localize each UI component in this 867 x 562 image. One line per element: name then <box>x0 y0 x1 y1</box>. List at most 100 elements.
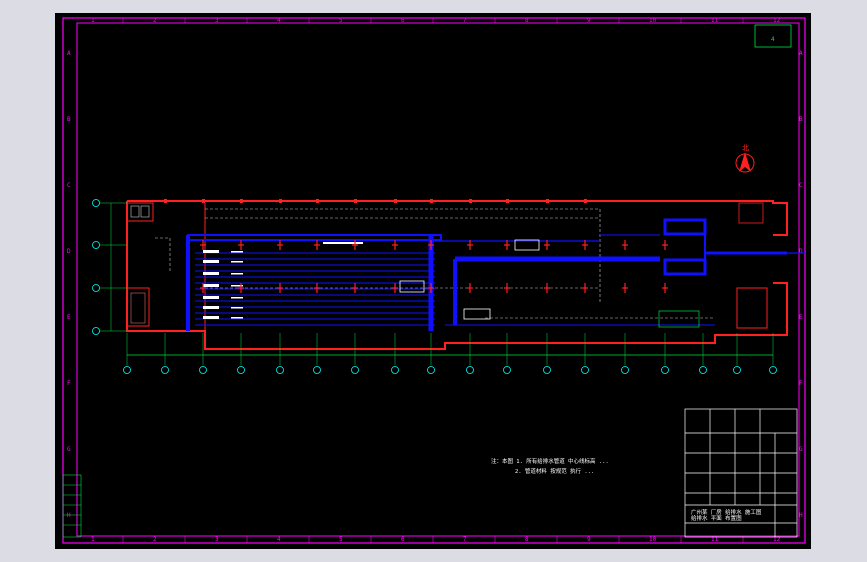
row-label: C <box>67 182 71 189</box>
row-ruler-right: A B C D E F G H <box>799 50 803 519</box>
wall-column <box>430 199 433 203</box>
sheet-tag-box: 4 <box>754 24 792 48</box>
pipe-tag <box>203 284 219 287</box>
column-label: 9 <box>587 17 591 24</box>
axis-bubble <box>199 366 207 374</box>
wall-column <box>279 199 282 203</box>
column-label: 10 <box>649 536 657 543</box>
row-label: B <box>799 116 803 123</box>
column-label: 7 <box>463 17 467 24</box>
wall-column <box>202 199 205 203</box>
axis-bubble <box>391 366 399 374</box>
axis-bubble <box>313 366 321 374</box>
header-tag <box>323 242 363 244</box>
row-label: H <box>799 512 803 519</box>
drawing-canvas: 1 2 3 4 5 6 7 8 9 10 11 12 1 2 3 4 5 6 7 8 9 10 11 12 ABCDEFGH… <box>62 17 806 544</box>
column-label: 8 <box>525 17 529 24</box>
note-line-1: 注：本图 1. 所有给排水管道 中心线标高 ... <box>491 457 609 465</box>
column-label: 2 <box>153 17 157 24</box>
pipe-tag-line <box>231 251 243 253</box>
row-label: D <box>67 248 71 255</box>
wall-column <box>240 199 243 203</box>
column-label: 11 <box>711 17 719 24</box>
row-axis-bubble <box>92 327 100 335</box>
column-label: 4 <box>277 17 281 24</box>
wall-column <box>354 199 357 203</box>
row-label: B <box>67 116 71 123</box>
axis-bubble <box>621 366 629 374</box>
pipe-tag <box>203 296 219 299</box>
column-label: 5 <box>339 17 343 24</box>
row-label: E <box>67 314 71 321</box>
column-ruler-bottom: 1 2 3 4 5 6 7 8 9 10 11 12 <box>91 536 781 543</box>
column-label: 4 <box>277 536 281 543</box>
dimension-chain <box>123 333 777 374</box>
column-label: 1 <box>91 536 95 543</box>
column-label: 10 <box>649 17 657 24</box>
pipe-tag <box>203 260 219 263</box>
column-label: 8 <box>525 536 529 543</box>
row-label: F <box>67 380 71 387</box>
row-ruler-left: A B C D E F G H <box>67 50 71 519</box>
row-label: G <box>799 446 803 453</box>
column-label: 3 <box>215 17 219 24</box>
column-label: 3 <box>215 536 219 543</box>
column-label: 6 <box>401 17 405 24</box>
row-label: C <box>799 182 803 189</box>
row-label: F <box>799 380 803 387</box>
row-label: A <box>799 50 803 57</box>
axis-bubble <box>351 366 359 374</box>
pipe-tag-line <box>231 261 243 263</box>
axis-bubble <box>237 366 245 374</box>
axis-bubble <box>661 366 669 374</box>
axis-bubble <box>733 366 741 374</box>
title-line-2: 给排水 平面 布置图 <box>691 514 742 522</box>
column-label: 12 <box>773 17 781 24</box>
title-line-1: 广州某 厂房 给排水 施工图 <box>691 508 762 516</box>
north-label: 北 <box>742 144 749 152</box>
axis-bubble <box>769 366 777 374</box>
column-label: 7 <box>463 536 467 543</box>
wall-column <box>316 199 319 203</box>
sheet-tag: 4 <box>771 36 775 43</box>
row-label: A <box>67 50 71 57</box>
axis-bubble <box>276 366 284 374</box>
axis-bubble <box>699 366 707 374</box>
axis-bubble <box>466 366 474 374</box>
column-label: 6 <box>401 536 405 543</box>
wall-column <box>394 199 397 203</box>
column-label: 2 <box>153 536 157 543</box>
row-label: E <box>799 314 803 321</box>
column-label: 5 <box>339 536 343 543</box>
drawing-frame <box>62 17 806 544</box>
drawing-notes: 注：本图 1. 所有给排水管道 中心线标高 ... 2. 管道材料 按规范 执行… <box>491 457 609 475</box>
legend-box <box>62 474 82 538</box>
axis-bubble <box>161 366 169 374</box>
fixture-markers <box>164 199 668 293</box>
row-label: G <box>67 446 71 453</box>
row-label: D <box>799 248 803 255</box>
title-block-text: 广州某 厂房 给排水 施工图 给排水 平面 布置图 <box>691 508 762 522</box>
axis-bubble <box>503 366 511 374</box>
axis-bubble <box>581 366 589 374</box>
pipe-tag-line <box>231 297 243 299</box>
pipe-tag-line <box>231 273 243 275</box>
pipe-tag <box>203 306 219 309</box>
wall-column <box>164 199 167 203</box>
column-label: 9 <box>587 536 591 543</box>
pipe-tag <box>203 272 219 275</box>
axis-bubble <box>123 366 131 374</box>
column-label: 1 <box>91 17 95 24</box>
row-axis-bubbles <box>92 199 127 335</box>
wall-column <box>584 199 587 203</box>
axis-bubble <box>543 366 551 374</box>
wall-column <box>546 199 549 203</box>
pipe-tag-line <box>231 317 243 319</box>
pipe-tag-line <box>231 307 243 309</box>
axis-bubble <box>427 366 435 374</box>
cad-viewport[interactable]: 1 2 3 4 5 6 7 8 9 10 11 12 1 2 3 4 5 6 7 8 9 10 11 12 ABCDEFGH… <box>55 13 811 549</box>
pipe-tag <box>203 250 219 253</box>
note-line-2: 2. 管道材料 按规范 执行 ... <box>515 467 594 475</box>
distribution-pipes <box>195 252 435 326</box>
interior-dashes <box>155 208 715 319</box>
